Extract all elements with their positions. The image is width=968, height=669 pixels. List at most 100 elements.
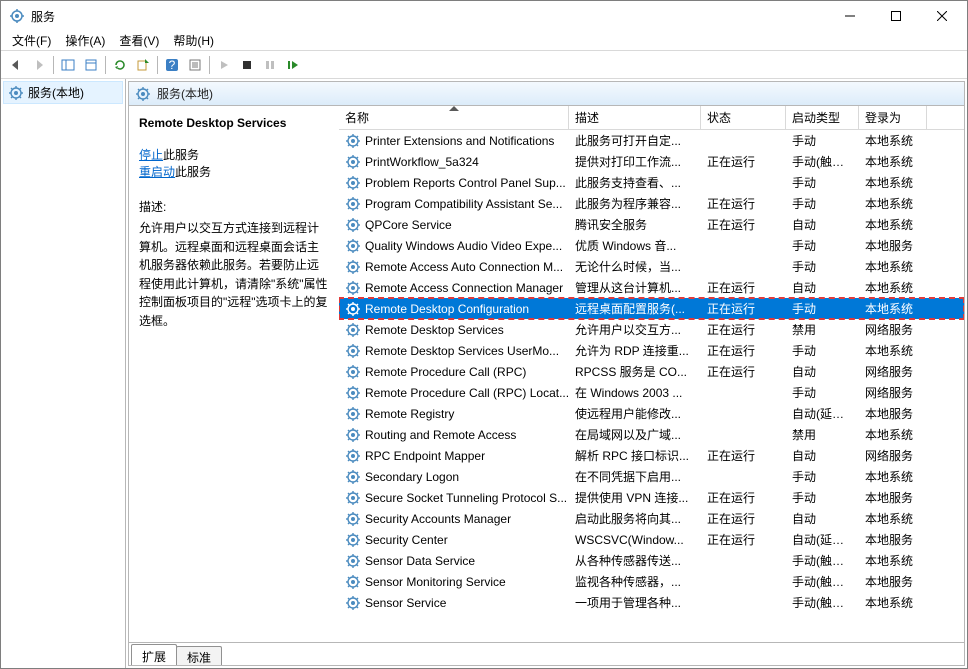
back-button[interactable] <box>5 54 27 76</box>
cell-startup: 手动(触发... <box>786 153 859 170</box>
body-area: 服务(本地) 服务(本地) Remote Desktop Services 停止… <box>1 79 967 668</box>
content: Remote Desktop Services 停止此服务 重启动此服务 描述:… <box>129 106 964 643</box>
toolbar-separator <box>53 56 54 74</box>
minimize-button[interactable] <box>827 1 873 31</box>
service-row[interactable]: Remote Registry使远程用户能修改...自动(延迟...本地服务 <box>339 403 964 424</box>
service-row[interactable]: QPCore Service腾讯安全服务正在运行自动本地系统 <box>339 214 964 235</box>
close-button[interactable] <box>919 1 965 31</box>
service-name-text: PrintWorkflow_5a324 <box>365 155 479 169</box>
service-name-text: Security Center <box>365 533 448 547</box>
cell-name: Sensor Service <box>339 595 569 611</box>
cell-logon: 本地系统 <box>859 258 927 275</box>
cell-name: Problem Reports Control Panel Sup... <box>339 175 569 191</box>
gear-icon <box>345 322 361 338</box>
column-header-status[interactable]: 状态 <box>701 106 786 129</box>
service-name-text: Printer Extensions and Notifications <box>365 134 554 148</box>
stop-link[interactable]: 停止 <box>139 148 163 162</box>
start-service-button[interactable] <box>213 54 235 76</box>
menu-view[interactable]: 查看(V) <box>112 31 166 50</box>
gear-icon <box>8 85 24 101</box>
cell-description: 使远程用户能修改... <box>569 405 701 422</box>
service-row[interactable]: Printer Extensions and Notifications此服务可… <box>339 130 964 151</box>
service-row[interactable]: Routing and Remote Access在局域网以及广域...禁用本地… <box>339 424 964 445</box>
service-row[interactable]: RPC Endpoint Mapper解析 RPC 接口标识...正在运行自动网… <box>339 445 964 466</box>
forward-button[interactable] <box>28 54 50 76</box>
service-row[interactable]: Remote Desktop Services允许用户以交互方...正在运行禁用… <box>339 319 964 340</box>
cell-startup: 手动(触发... <box>786 552 859 569</box>
service-row[interactable]: Sensor Data Service从各种传感器传送...手动(触发...本地… <box>339 550 964 571</box>
properties-button[interactable] <box>184 54 206 76</box>
service-name-text: Remote Desktop Services UserMo... <box>365 344 559 358</box>
refresh-button[interactable] <box>109 54 131 76</box>
service-row[interactable]: Sensor Service一项用于管理各种...手动(触发...本地系统 <box>339 592 964 613</box>
service-row[interactable]: Remote Access Connection Manager管理从这台计算机… <box>339 277 964 298</box>
cell-status: 正在运行 <box>701 531 786 548</box>
cell-name: Secondary Logon <box>339 469 569 485</box>
service-row[interactable]: Secure Socket Tunneling Protocol S...提供使… <box>339 487 964 508</box>
tab-extended[interactable]: 扩展 <box>131 644 177 665</box>
cell-name: Remote Registry <box>339 406 569 422</box>
column-header-description[interactable]: 描述 <box>569 106 701 129</box>
cell-name: Program Compatibility Assistant Se... <box>339 196 569 212</box>
service-row[interactable]: Remote Procedure Call (RPC)RPCSS 服务是 CO.… <box>339 361 964 382</box>
service-name-text: Security Accounts Manager <box>365 512 511 526</box>
export-list-button[interactable] <box>132 54 154 76</box>
window-title: 服务 <box>31 8 827 25</box>
cell-startup: 手动 <box>786 489 859 506</box>
menu-action[interactable]: 操作(A) <box>58 31 112 50</box>
column-header-logon[interactable]: 登录为 <box>859 106 927 129</box>
cell-name: Routing and Remote Access <box>339 427 569 443</box>
service-row[interactable]: Remote Access Auto Connection M...无论什么时候… <box>339 256 964 277</box>
column-header-name[interactable]: 名称 <box>339 106 569 129</box>
service-row[interactable]: PrintWorkflow_5a324提供对打印工作流...正在运行手动(触发.… <box>339 151 964 172</box>
content-header-title: 服务(本地) <box>157 85 213 102</box>
cell-name: Remote Desktop Services UserMo... <box>339 343 569 359</box>
cell-description: 监视各种传感器，... <box>569 573 701 590</box>
service-row[interactable]: Remote Procedure Call (RPC) Locat...在 Wi… <box>339 382 964 403</box>
service-row[interactable]: Remote Desktop Services UserMo... 允许为 RDP… <box>339 340 964 361</box>
service-row[interactable]: Secondary Logon在不同凭据下启用...手动本地系统 <box>339 466 964 487</box>
description-text: 允许用户以交互方式连接到远程计算机。远程桌面和远程桌面会话主机服务器依赖此服务。… <box>139 219 329 331</box>
cell-startup: 手动 <box>786 174 859 191</box>
tree-node-services-local[interactable]: 服务(本地) <box>3 81 123 104</box>
service-name-text: Remote Procedure Call (RPC) <box>365 365 526 379</box>
service-row[interactable]: Sensor Monitoring Service监视各种传感器，...手动(触… <box>339 571 964 592</box>
service-row[interactable]: Security Accounts Manager启动此服务将向其...正在运行… <box>339 508 964 529</box>
cell-status: 正在运行 <box>701 153 786 170</box>
pause-service-button[interactable] <box>259 54 281 76</box>
maximize-button[interactable] <box>873 1 919 31</box>
service-row[interactable]: Program Compatibility Assistant Se...此服务… <box>339 193 964 214</box>
service-name-text: Secondary Logon <box>365 470 459 484</box>
cell-name: QPCore Service <box>339 217 569 233</box>
export-button[interactable] <box>80 54 102 76</box>
cell-logon: 网络服务 <box>859 321 927 338</box>
service-row[interactable]: Security CenterWSCSVC(Window...正在运行自动(延迟… <box>339 529 964 550</box>
service-row[interactable]: Remote Desktop Configuration远程桌面配置服务(...… <box>339 298 964 319</box>
menu-file[interactable]: 文件(F) <box>5 31 58 50</box>
services-list: 名称 描述 状态 启动类型 登录为 Printer Extensions and… <box>339 106 964 642</box>
gear-icon <box>345 385 361 401</box>
selected-service-name: Remote Desktop Services <box>139 116 329 130</box>
cell-description: 允许为 RDP 连接重... <box>569 342 701 359</box>
show-hide-tree-button[interactable] <box>57 54 79 76</box>
cell-startup: 手动 <box>786 258 859 275</box>
list-body[interactable]: Printer Extensions and Notifications此服务可… <box>339 130 964 642</box>
restart-link[interactable]: 重启动 <box>139 165 175 179</box>
service-name-text: Sensor Data Service <box>365 554 475 568</box>
help-button[interactable]: ? <box>161 54 183 76</box>
tree-node-label: 服务(本地) <box>28 84 84 101</box>
menu-help[interactable]: 帮助(H) <box>166 31 221 50</box>
restart-service-button[interactable] <box>282 54 304 76</box>
service-name-text: Remote Access Auto Connection M... <box>365 260 563 274</box>
service-row[interactable]: Problem Reports Control Panel Sup...此服务支… <box>339 172 964 193</box>
services-icon <box>9 8 25 24</box>
service-name-text: Routing and Remote Access <box>365 428 516 442</box>
stop-service-button[interactable] <box>236 54 258 76</box>
tab-standard[interactable]: 标准 <box>176 646 222 666</box>
cell-description: 允许用户以交互方... <box>569 321 701 338</box>
cell-description: 一项用于管理各种... <box>569 594 701 611</box>
column-header-startup[interactable]: 启动类型 <box>786 106 859 129</box>
service-actions: 停止此服务 重启动此服务 <box>139 146 329 180</box>
service-row[interactable]: Quality Windows Audio Video Expe...优质 Wi… <box>339 235 964 256</box>
cell-name: Quality Windows Audio Video Expe... <box>339 238 569 254</box>
